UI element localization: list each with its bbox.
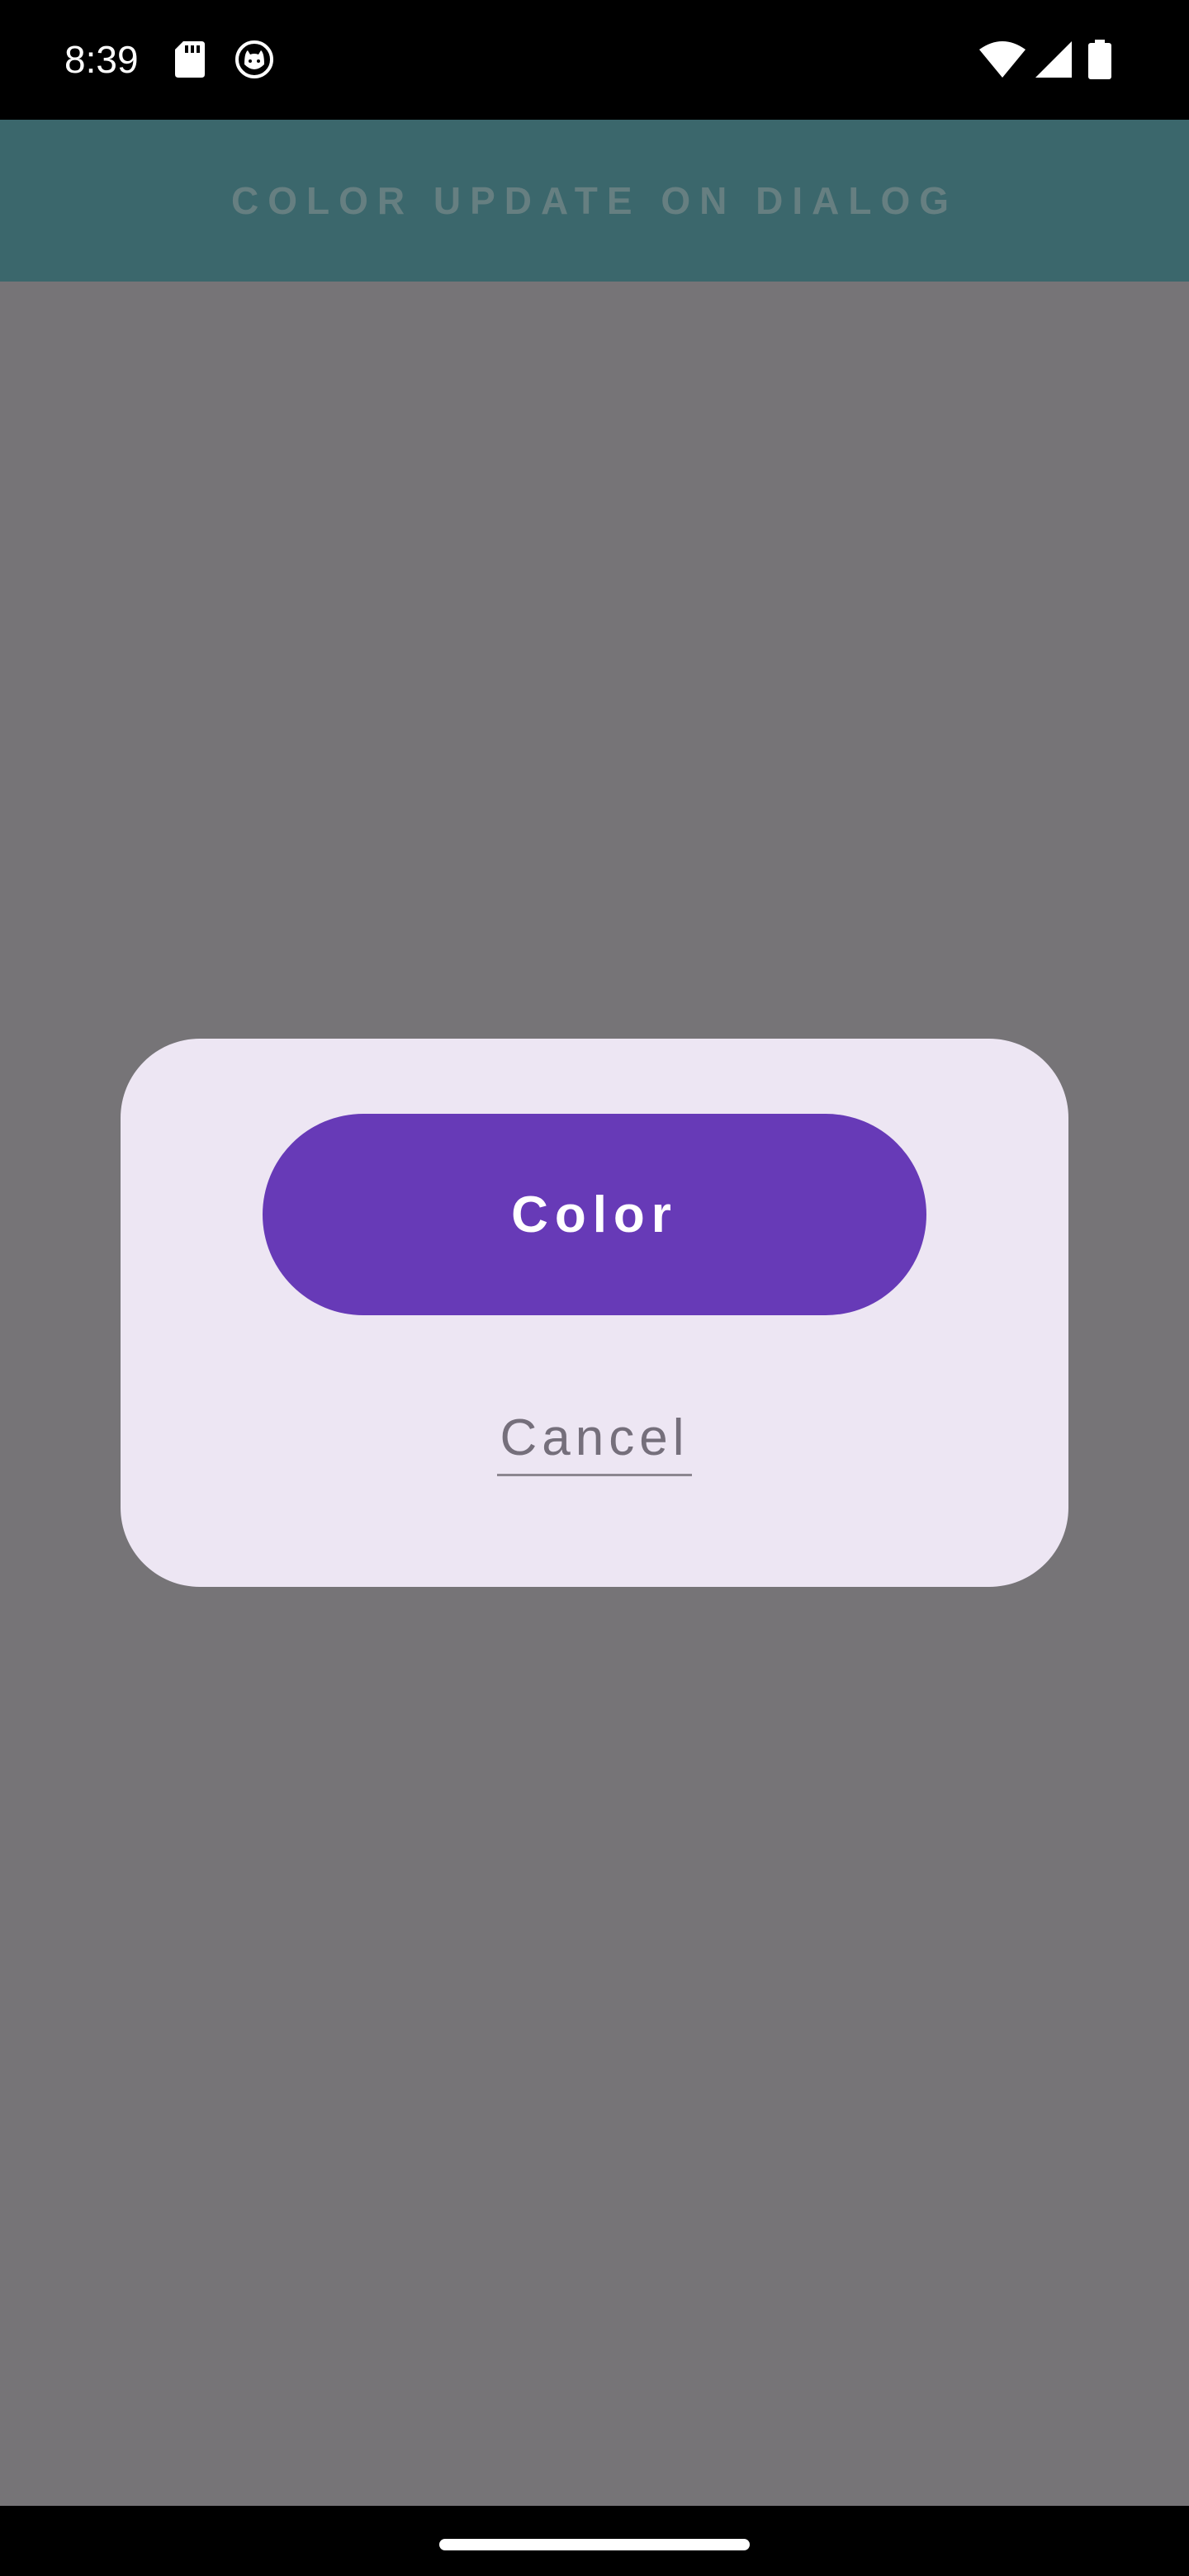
cat-icon (234, 40, 274, 79)
app-bar: COLOR UPDATE ON DIALOG (0, 120, 1189, 282)
status-time: 8:39 (64, 38, 139, 81)
color-button[interactable]: Color (263, 1114, 926, 1315)
sd-card-icon (175, 41, 205, 78)
cancel-button[interactable]: Cancel (497, 1409, 692, 1476)
color-dialog: Color Cancel (121, 1039, 1068, 1587)
navigation-bar (0, 2506, 1189, 2576)
status-bar: 8:39 (0, 0, 1189, 120)
signal-icon (1035, 41, 1072, 78)
app-title: COLOR UPDATE ON DIALOG (230, 179, 959, 222)
wifi-icon (979, 41, 1026, 78)
home-gesture-handle[interactable] (439, 2539, 750, 2550)
battery-icon (1088, 40, 1111, 79)
